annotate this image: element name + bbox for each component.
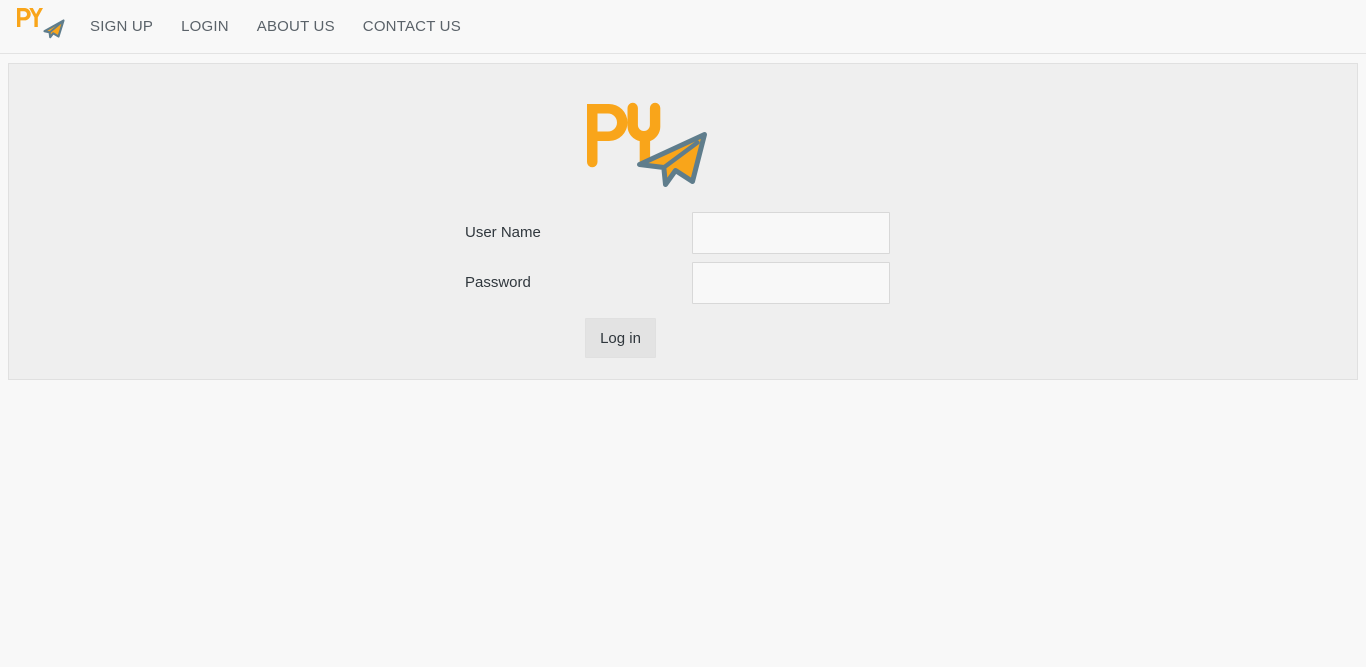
username-input[interactable] [692, 212, 890, 254]
form-row-password: Password [9, 262, 1357, 304]
login-submit-button[interactable]: Log in [585, 318, 656, 358]
username-label: User Name [465, 224, 541, 241]
brand-logo-large [579, 96, 719, 194]
form-row-username: User Name [9, 212, 1357, 254]
top-navbar: SIGN UP LOGIN ABOUT US CONTACT US [0, 0, 1366, 54]
login-panel: User Name Password Log in [8, 63, 1358, 380]
password-label: Password [465, 274, 531, 291]
paper-plane-icon [17, 8, 65, 39]
nav-link-contact-us[interactable]: CONTACT US [349, 0, 475, 54]
nav-link-login[interactable]: LOGIN [167, 0, 243, 54]
password-input[interactable] [692, 262, 890, 304]
nav-link-sign-up[interactable]: SIGN UP [90, 0, 167, 54]
nav-link-about-us[interactable]: ABOUT US [243, 0, 349, 54]
primary-navigation: SIGN UP LOGIN ABOUT US CONTACT US [90, 0, 475, 54]
paper-plane-icon [587, 102, 707, 187]
brand-logo-small[interactable] [14, 5, 66, 43]
